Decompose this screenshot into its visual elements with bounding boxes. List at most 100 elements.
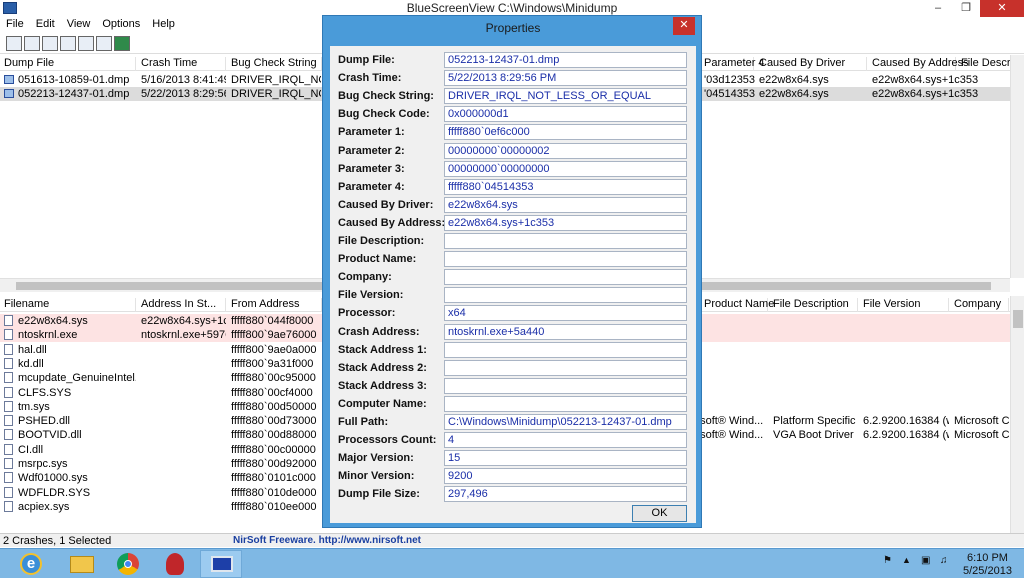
col-parameter-4[interactable]: Parameter 4 xyxy=(704,57,765,71)
bluescreenview-icon[interactable] xyxy=(200,550,242,578)
file-icon xyxy=(4,472,13,484)
ie-icon[interactable]: e xyxy=(12,550,54,578)
tray-volume-icon[interactable]: ♫ xyxy=(940,555,948,566)
prop-value-field[interactable] xyxy=(444,395,687,412)
prop-value-field[interactable] xyxy=(444,341,687,358)
col-bug-check-string[interactable]: Bug Check String xyxy=(231,57,322,71)
user-avatar-icon[interactable] xyxy=(154,550,196,578)
prop-value-field[interactable] xyxy=(444,233,687,249)
prop-value-field[interactable] xyxy=(444,359,687,376)
prop-value-field[interactable]: ntoskrnl.exe+5a440 xyxy=(444,323,687,340)
crash-list-vscroll[interactable] xyxy=(1010,55,1024,278)
menu-view[interactable]: View xyxy=(61,17,97,33)
ok-button[interactable]: OK xyxy=(632,505,687,522)
cell-file: Wdf01000.sys xyxy=(18,472,88,485)
prop-value-field[interactable]: fffff880`0ef6c000 xyxy=(444,124,687,141)
nirsoft-link[interactable]: NirSoft Freeware. http://www.nirsoft.net xyxy=(233,535,421,546)
driver-list-vscroll[interactable] xyxy=(1010,296,1024,533)
menu-help[interactable]: Help xyxy=(146,17,181,33)
prop-label: Processors Count: xyxy=(338,434,437,447)
prop-value-field[interactable]: 4 xyxy=(444,432,687,449)
col-company[interactable]: Company xyxy=(954,298,1009,312)
col-caused-by-address[interactable]: Caused By Address xyxy=(872,57,969,71)
clock-time[interactable]: 6:10 PM xyxy=(967,552,1008,564)
cell-file: PSHED.dll xyxy=(18,415,70,428)
maximize-button[interactable]: ❐ xyxy=(952,0,980,17)
minimize-button[interactable]: – xyxy=(924,0,952,17)
prop-value-field[interactable]: 00000000`00000002 xyxy=(444,142,687,159)
prop-value-field[interactable]: 9200 xyxy=(444,468,687,485)
file-icon xyxy=(4,500,13,512)
prop-value-field[interactable]: e22w8x64.sys+1c353 xyxy=(444,214,687,231)
prop-value-field[interactable]: 15 xyxy=(444,450,687,467)
cell-addr: ntoskrnl.exe+59769 xyxy=(141,329,226,342)
vscroll-thumb[interactable] xyxy=(1013,310,1023,328)
cell-from: fffff880`00d50000 xyxy=(231,400,317,413)
prop-label: Crash Address: xyxy=(338,325,420,338)
col-product-name[interactable]: Product Name xyxy=(704,298,774,312)
properties-dialog: Properties ✕ OK Dump File: 052213-12437-0… xyxy=(322,15,702,528)
file-explorer-icon[interactable] xyxy=(60,550,102,578)
cell-ver: 6.2.9200.16384 (wi... xyxy=(863,429,949,442)
col-dump-file[interactable]: Dump File xyxy=(4,57,136,71)
col-crash-time[interactable]: Crash Time xyxy=(141,57,226,71)
prop-value-field[interactable]: 5/22/2013 8:29:56 PM xyxy=(444,70,687,87)
col-filename[interactable]: Filename xyxy=(4,298,136,312)
menu-options[interactable]: Options xyxy=(96,17,146,33)
menu-file[interactable]: File xyxy=(0,17,30,33)
cell-desc: Platform Specific ... xyxy=(773,415,858,428)
tray-notify-icon[interactable]: ▲ xyxy=(902,555,911,565)
html-report-icon[interactable] xyxy=(42,36,58,51)
prop-value-field[interactable]: x64 xyxy=(444,305,687,322)
col-file-description[interactable]: File Description xyxy=(773,298,858,312)
prop-value-field[interactable]: 297,496 xyxy=(444,486,687,503)
file-icon xyxy=(4,329,13,341)
exit-icon[interactable] xyxy=(114,36,130,51)
copy-icon[interactable] xyxy=(60,36,76,51)
cell-from: fffff800`9ae0a000 xyxy=(231,343,317,356)
prop-value-field[interactable]: 0x000000d1 xyxy=(444,106,687,123)
prop-value-field[interactable] xyxy=(444,377,687,394)
prop-label: Computer Name: xyxy=(338,397,427,410)
chrome-icon[interactable] xyxy=(107,550,149,578)
prop-value-field[interactable]: fffff880`04514353 xyxy=(444,178,687,195)
close-button[interactable]: ✕ xyxy=(980,0,1024,17)
save-icon[interactable] xyxy=(6,36,22,51)
col-address-in-stack[interactable]: Address In St... xyxy=(141,298,226,312)
file-icon xyxy=(4,486,13,498)
cell-file: mcupdate_GenuineIntel.dll xyxy=(18,372,136,385)
prop-value-field[interactable]: DRIVER_IRQL_NOT_LESS_OR_EQUAL xyxy=(444,88,687,105)
tray-flag-icon[interactable]: ⚑ xyxy=(883,555,892,566)
prop-value-field[interactable]: C:\Windows\Minidump\052213-12437-01.dmp xyxy=(444,414,687,430)
prop-label: Parameter 4: xyxy=(338,180,405,193)
dump-file-icon xyxy=(4,89,14,98)
prop-value-field[interactable] xyxy=(444,269,687,286)
prop-value-field[interactable]: 00000000`00000000 xyxy=(444,160,687,177)
properties-icon[interactable] xyxy=(78,36,94,51)
status-bar: 2 Crashes, 1 Selected NirSoft Freeware. … xyxy=(0,533,1024,547)
menu-edit[interactable]: Edit xyxy=(30,17,61,33)
col-caused-by-driver[interactable]: Caused By Driver xyxy=(759,57,867,71)
prop-value-field[interactable]: e22w8x64.sys xyxy=(444,196,687,213)
prop-value-field[interactable] xyxy=(444,251,687,268)
dialog-close-button[interactable]: ✕ xyxy=(673,17,695,35)
refresh-icon[interactable] xyxy=(96,36,112,51)
cell-from: fffff800`9ae76000 xyxy=(231,329,317,342)
cell-file: kd.dll xyxy=(18,357,44,370)
cell-from: fffff800`9a31f000 xyxy=(231,357,314,370)
prop-label: Dump File Size: xyxy=(338,488,420,501)
file-icon xyxy=(4,429,13,441)
col-from-address[interactable]: From Address xyxy=(231,298,322,312)
tray-network-icon[interactable]: ▣ xyxy=(921,555,930,566)
prop-value-field[interactable]: 052213-12437-01.dmp xyxy=(444,52,687,68)
prop-label: Stack Address 1: xyxy=(338,343,427,356)
cell-from: fffff880`00d88000 xyxy=(231,429,317,442)
prop-label: Dump File: xyxy=(338,54,395,66)
cell-from: fffff880`044f8000 xyxy=(231,315,314,327)
prop-value-field[interactable] xyxy=(444,287,687,304)
clock-date[interactable]: 5/25/2013 xyxy=(963,565,1012,577)
col-file-version[interactable]: File Version xyxy=(863,298,949,312)
open-icon[interactable] xyxy=(24,36,40,51)
dialog-title: Properties xyxy=(485,21,541,35)
cell-company: Microsoft Corp xyxy=(954,415,1009,428)
